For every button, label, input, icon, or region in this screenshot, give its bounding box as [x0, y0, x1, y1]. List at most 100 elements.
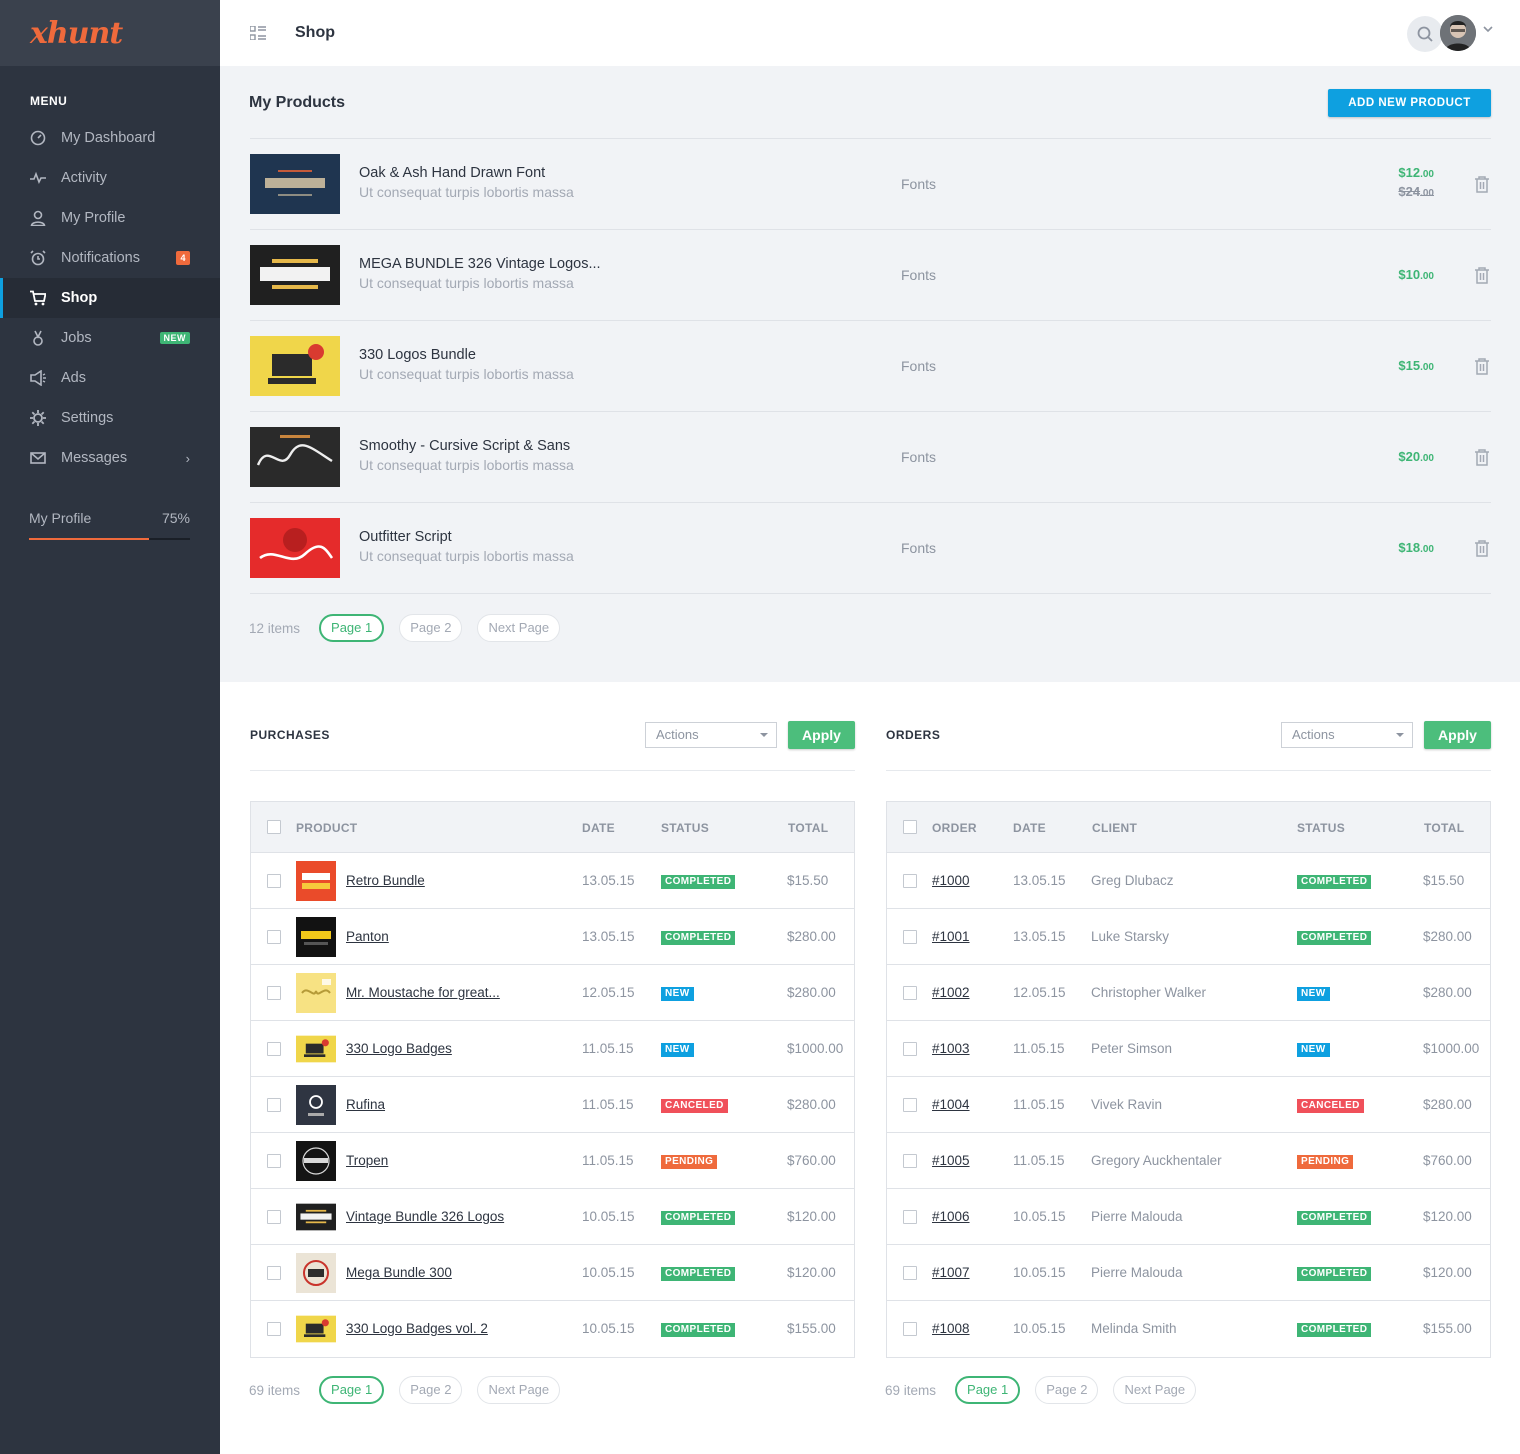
purchases-apply-button[interactable]: Apply	[788, 721, 855, 749]
chevron-down-icon[interactable]	[1483, 26, 1493, 33]
product-row[interactable]: Oak & Ash Hand Drawn Font Ut consequat tu…	[250, 139, 1491, 230]
sidebar-item-jobs[interactable]: Jobs NEW	[0, 318, 220, 358]
product-link[interactable]: 330 Logo Badges	[346, 1041, 452, 1056]
order-link[interactable]: #1002	[932, 985, 970, 1000]
trash-icon[interactable]	[1474, 449, 1490, 466]
product-row[interactable]: MEGA BUNDLE 326 Vintage Logos... Ut conse…	[250, 230, 1491, 321]
row-checkbox[interactable]	[903, 1266, 917, 1280]
order-link[interactable]: #1008	[932, 1321, 970, 1336]
order-link[interactable]: #1007	[932, 1265, 970, 1280]
row-checkbox[interactable]	[267, 1098, 281, 1112]
table-row[interactable]: Mr. Moustache for great... 12.05.15 NEW $28…	[251, 965, 854, 1021]
row-checkbox[interactable]	[903, 1154, 917, 1168]
col-order[interactable]: ORDER	[932, 821, 977, 835]
table-row[interactable]: Mega Bundle 300 10.05.15 COMPLETED $120.00	[251, 1245, 854, 1301]
table-row[interactable]: #1003 11.05.15 Peter Simson NEW $1000.00	[887, 1021, 1490, 1077]
product-link[interactable]: Rufina	[346, 1097, 385, 1112]
row-checkbox[interactable]	[267, 1322, 281, 1336]
add-product-button[interactable]: ADD NEW PRODUCT	[1328, 89, 1491, 117]
row-checkbox[interactable]	[267, 986, 281, 1000]
page-2-button[interactable]: Page 2	[399, 614, 463, 642]
col-product[interactable]: PRODUCT	[296, 821, 357, 835]
table-row[interactable]: #1006 10.05.15 Pierre Malouda COMPLETED $120…	[887, 1189, 1490, 1245]
next-page-button[interactable]: Next Page	[477, 1376, 561, 1404]
next-page-button[interactable]: Next Page	[1113, 1376, 1197, 1404]
col-status[interactable]: STATUS	[661, 821, 709, 835]
table-row[interactable]: 330 Logo Badges 11.05.15 NEW $1000.00	[251, 1021, 854, 1077]
sidebar-item-dashboard[interactable]: My Dashboard	[0, 118, 220, 158]
product-link[interactable]: Tropen	[346, 1153, 388, 1168]
product-thumbnail[interactable]	[250, 245, 340, 305]
row-checkbox[interactable]	[903, 1042, 917, 1056]
order-link[interactable]: #1006	[932, 1209, 970, 1224]
sidebar-item-profile[interactable]: My Profile	[0, 198, 220, 238]
row-checkbox[interactable]	[267, 1042, 281, 1056]
trash-icon[interactable]	[1474, 267, 1490, 284]
row-checkbox[interactable]	[267, 930, 281, 944]
table-row[interactable]: #1005 11.05.15 Gregory Auckhentaler PENDING…	[887, 1133, 1490, 1189]
sidebar-item-messages[interactable]: Messages ›	[0, 438, 220, 478]
product-link[interactable]: Panton	[346, 929, 389, 944]
list-view-icon[interactable]	[250, 26, 266, 40]
order-link[interactable]: #1005	[932, 1153, 970, 1168]
page-1-button[interactable]: Page 1	[319, 614, 385, 642]
row-checkbox[interactable]	[903, 986, 917, 1000]
select-all-checkbox[interactable]	[903, 820, 917, 834]
product-link[interactable]: Mr. Moustache for great...	[346, 985, 500, 1000]
product-link[interactable]: Mega Bundle 300	[346, 1265, 452, 1280]
col-total[interactable]: TOTAL	[788, 821, 828, 835]
col-date[interactable]: DATE	[582, 821, 615, 835]
product-name[interactable]: 330 Logos Bundle	[359, 347, 476, 363]
next-page-button[interactable]: Next Page	[477, 614, 561, 642]
table-row[interactable]: Tropen 11.05.15 PENDING $760.00	[251, 1133, 854, 1189]
page-1-button[interactable]: Page 1	[319, 1376, 385, 1404]
row-checkbox[interactable]	[267, 1266, 281, 1280]
product-row[interactable]: Smoothy - Cursive Script & Sans Ut conseq…	[250, 412, 1491, 503]
order-link[interactable]: #1003	[932, 1041, 970, 1056]
table-row[interactable]: #1001 13.05.15 Luke Starsky COMPLETED $280.0…	[887, 909, 1490, 965]
sidebar-item-ads[interactable]: Ads	[0, 358, 220, 398]
trash-icon[interactable]	[1474, 540, 1490, 557]
order-link[interactable]: #1000	[932, 873, 970, 888]
col-total[interactable]: TOTAL	[1424, 821, 1464, 835]
page-2-button[interactable]: Page 2	[1035, 1376, 1099, 1404]
row-checkbox[interactable]	[267, 1210, 281, 1224]
row-checkbox[interactable]	[267, 1154, 281, 1168]
purchases-actions-select[interactable]: Actions	[645, 722, 777, 748]
orders-apply-button[interactable]: Apply	[1424, 721, 1491, 749]
avatar[interactable]	[1440, 15, 1476, 51]
sidebar-item-shop[interactable]: Shop	[0, 278, 220, 318]
product-row[interactable]: Outfitter Script Ut consequat turpis lobo…	[250, 503, 1491, 594]
order-link[interactable]: #1004	[932, 1097, 970, 1112]
search-button[interactable]	[1407, 16, 1443, 52]
product-name[interactable]: Smoothy - Cursive Script & Sans	[359, 438, 570, 454]
select-all-checkbox[interactable]	[267, 820, 281, 834]
product-name[interactable]: MEGA BUNDLE 326 Vintage Logos...	[359, 256, 601, 272]
sidebar-item-activity[interactable]: Activity	[0, 158, 220, 198]
row-checkbox[interactable]	[903, 874, 917, 888]
table-row[interactable]: #1002 12.05.15 Christopher Walker NEW $280.0…	[887, 965, 1490, 1021]
product-row[interactable]: 330 Logos Bundle Ut consequat turpis lobo…	[250, 321, 1491, 412]
row-checkbox[interactable]	[267, 874, 281, 888]
row-checkbox[interactable]	[903, 1210, 917, 1224]
product-name[interactable]: Oak & Ash Hand Drawn Font	[359, 165, 545, 181]
product-thumbnail[interactable]	[250, 154, 340, 214]
trash-icon[interactable]	[1474, 358, 1490, 375]
product-link[interactable]: 330 Logo Badges vol. 2	[346, 1321, 488, 1336]
product-link[interactable]: Retro Bundle	[346, 873, 425, 888]
col-date[interactable]: DATE	[1013, 821, 1046, 835]
table-row[interactable]: #1007 10.05.15 Pierre Malouda COMPLETED $120…	[887, 1245, 1490, 1301]
table-row[interactable]: #1000 13.05.15 Greg Dlubacz COMPLETED $15.50	[887, 853, 1490, 909]
table-row[interactable]: 330 Logo Badges vol. 2 10.05.15 COMPLETED $…	[251, 1301, 854, 1357]
table-row[interactable]: Retro Bundle 13.05.15 COMPLETED $15.50	[251, 853, 854, 909]
order-link[interactable]: #1001	[932, 929, 970, 944]
row-checkbox[interactable]	[903, 1322, 917, 1336]
table-row[interactable]: #1004 11.05.15 Vivek Ravin CANCELED $280.00	[887, 1077, 1490, 1133]
product-link[interactable]: Vintage Bundle 326 Logos	[346, 1209, 504, 1224]
col-status[interactable]: STATUS	[1297, 821, 1345, 835]
table-row[interactable]: Rufina 11.05.15 CANCELED $280.00	[251, 1077, 854, 1133]
product-thumbnail[interactable]	[250, 427, 340, 487]
table-row[interactable]: #1008 10.05.15 Melinda Smith COMPLETED $155.…	[887, 1301, 1490, 1357]
table-row[interactable]: Panton 13.05.15 COMPLETED $280.00	[251, 909, 854, 965]
product-name[interactable]: Outfitter Script	[359, 529, 452, 545]
